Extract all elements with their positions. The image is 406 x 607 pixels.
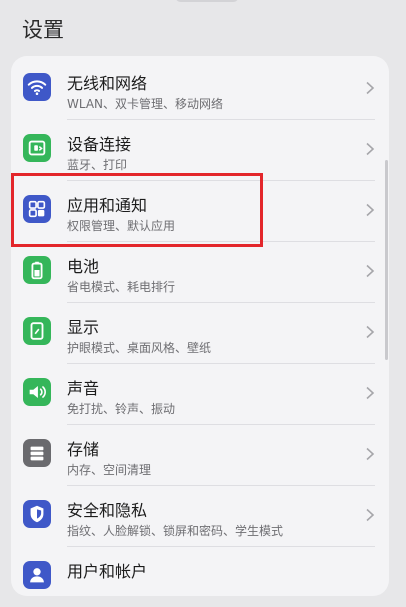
device-connection-icon xyxy=(23,134,51,162)
chevron-right-icon xyxy=(366,203,375,217)
chevron-right-icon xyxy=(366,447,375,461)
settings-item-wireless[interactable]: 无线和网络 WLAN、双卡管理、移动网络 xyxy=(11,59,389,119)
item-title: 无线和网络 xyxy=(67,74,148,93)
user-account-icon xyxy=(23,561,51,589)
settings-item-sound[interactable]: 声音 免打扰、铃声、振动 xyxy=(11,364,389,424)
settings-item-security-privacy[interactable]: 安全和隐私 指纹、人脸解锁、锁屏和密码、学生模式 xyxy=(11,486,389,546)
item-title: 设备连接 xyxy=(67,135,132,154)
settings-item-storage[interactable]: 存储 内存、空间清理 xyxy=(11,425,389,485)
item-subtitle: WLAN、双卡管理、移动网络 xyxy=(67,97,224,111)
item-subtitle: 蓝牙、打印 xyxy=(67,158,128,172)
item-title: 存储 xyxy=(67,440,100,459)
item-title: 应用和通知 xyxy=(67,196,148,215)
item-title: 电池 xyxy=(67,257,100,276)
chevron-right-icon xyxy=(366,325,375,339)
item-subtitle: 护眼模式、桌面风格、壁纸 xyxy=(67,341,212,355)
security-shield-icon xyxy=(23,500,51,528)
sound-icon xyxy=(23,378,51,406)
wifi-icon xyxy=(23,73,51,101)
page-title: 设置 xyxy=(22,18,64,42)
item-title: 显示 xyxy=(67,318,100,337)
item-title: 安全和隐私 xyxy=(67,501,148,520)
status-bar xyxy=(0,0,406,6)
item-title: 用户和帐户 xyxy=(67,562,148,581)
settings-item-users-accounts[interactable]: 用户和帐户 xyxy=(11,547,389,607)
storage-icon xyxy=(23,439,51,467)
status-bar-notch xyxy=(175,0,239,2)
chevron-right-icon xyxy=(366,81,375,95)
chevron-right-icon xyxy=(366,264,375,278)
item-subtitle: 免打扰、铃声、振动 xyxy=(67,402,176,416)
battery-icon xyxy=(23,256,51,284)
item-subtitle: 权限管理、默认应用 xyxy=(67,219,176,233)
settings-item-display[interactable]: 显示 护眼模式、桌面风格、壁纸 xyxy=(11,303,389,363)
chevron-right-icon xyxy=(366,508,375,522)
item-subtitle: 指纹、人脸解锁、锁屏和密码、学生模式 xyxy=(67,524,284,538)
settings-item-device-connection[interactable]: 设备连接 蓝牙、打印 xyxy=(11,120,389,180)
chevron-right-icon xyxy=(366,142,375,156)
apps-grid-icon xyxy=(23,195,51,223)
settings-item-battery[interactable]: 电池 省电模式、耗电排行 xyxy=(11,242,389,302)
item-title: 声音 xyxy=(67,379,100,398)
display-icon xyxy=(23,317,51,345)
settings-item-apps-notifications[interactable]: 应用和通知 权限管理、默认应用 xyxy=(11,181,389,241)
item-subtitle: 内存、空间清理 xyxy=(67,463,152,477)
item-subtitle: 省电模式、耗电排行 xyxy=(67,280,176,294)
chevron-right-icon xyxy=(366,386,375,400)
